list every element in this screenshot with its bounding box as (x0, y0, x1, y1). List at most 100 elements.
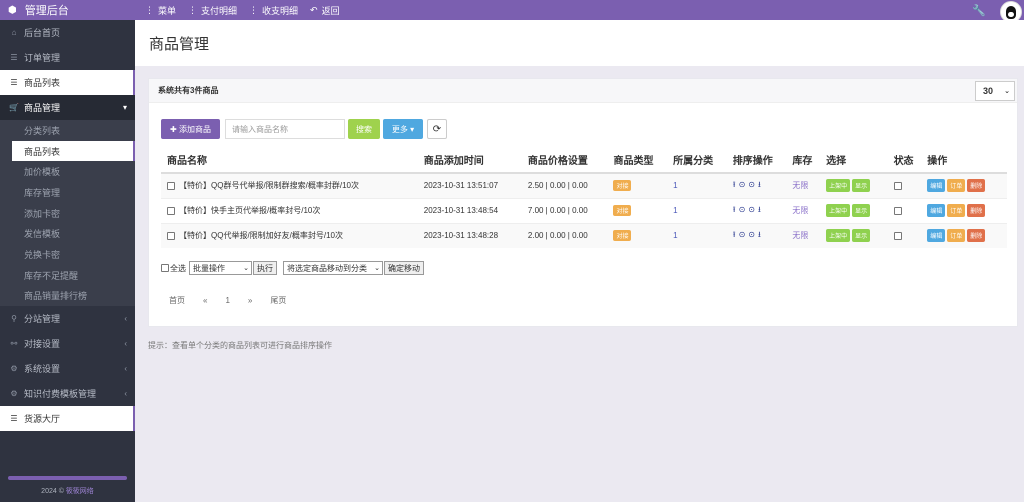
sidebar-sub-category-list[interactable]: 分类列表 (0, 120, 135, 141)
sidebar-sub-low-stock[interactable]: 库存不足提醒 (0, 265, 135, 286)
sidebar-sub-redeem-cardkey[interactable]: 兑换卡密 (0, 244, 135, 265)
sidebar-item-site-manage[interactable]: ⚲ 分站管理 ‹ (0, 306, 135, 331)
sidebar-sub-add-cardkey[interactable]: 添加卡密 (0, 203, 135, 224)
bulk-actions: 全选 批量操作 ⌄ 执行 将选定商品移动到分类 ⌄ 确定移动 (161, 261, 424, 275)
sidebar-sub-stock-manage[interactable]: 库存管理 (0, 182, 135, 203)
edit-button[interactable]: 编辑 (927, 179, 946, 193)
pager-current[interactable]: 1 (225, 296, 229, 305)
goods-stock[interactable]: 无限 (792, 231, 808, 240)
sidebar-item-label: 商品列表 (24, 78, 61, 88)
wrench-icon[interactable]: 🔧 (972, 4, 986, 17)
goods-stock[interactable]: 无限 (792, 206, 808, 215)
sidebar-item-orders[interactable]: ☰ 订单管理 (0, 45, 135, 70)
gear-icon: ⚙ (10, 389, 18, 399)
sidebar-submenu: 分类列表 商品列表 加价模板 库存管理 添加卡密 发信模板 兑换卡密 库存不足提… (0, 120, 135, 307)
goods-category-link[interactable]: 1 (673, 231, 677, 240)
sidebar-sub-sales-rank[interactable]: 商品销量排行榜 (0, 286, 135, 307)
move-bottom-icon[interactable]: ⭳ (758, 180, 761, 189)
vertical-dots-icon: ⋮ (188, 4, 198, 15)
goods-category-link[interactable]: 1 (673, 206, 677, 215)
page-size-select[interactable]: 30 ⌄ (975, 81, 1015, 101)
row-checkbox[interactable] (167, 232, 175, 241)
sort-ops: ⭱ ⊙ ⊙ ⭳ (726, 172, 787, 198)
select-all-checkbox[interactable] (161, 264, 169, 272)
row-checkbox[interactable] (167, 182, 175, 191)
brand[interactable]: ⬢ 管理后台 (0, 0, 135, 20)
orders-button[interactable]: 订单 (947, 229, 966, 243)
sidebar-item-source[interactable]: ☰ 货源大厅 (0, 406, 135, 432)
sidebar-sub-goods-list[interactable]: 商品列表 (12, 140, 135, 162)
chevron-down-icon: ⌄ (1004, 88, 1010, 95)
add-goods-button[interactable]: ✚ 添加商品 (161, 119, 220, 139)
list-icon: ☰ (10, 53, 18, 62)
search-input[interactable]: 请输入商品名称 (225, 119, 345, 139)
sidebar-item-dock[interactable]: ⚯ 对接设置 ‹ (0, 331, 135, 356)
orders-button[interactable]: 订单 (947, 179, 966, 193)
page-size-value: 30 (983, 86, 994, 96)
show-button[interactable]: 显示 (852, 229, 871, 243)
onsale-button[interactable]: 上架中 (826, 179, 851, 193)
status-checkbox[interactable] (893, 206, 902, 215)
goods-stock[interactable]: 无限 (792, 181, 808, 190)
page-title: 商品管理 (135, 20, 1024, 66)
sidebar-item-goods-list[interactable]: ☰ 商品列表 (0, 70, 135, 95)
topnav-income-detail[interactable]: ⋮ 收支明细 (249, 4, 298, 17)
move-down-icon[interactable]: ⊙ (748, 205, 755, 214)
move-top-icon[interactable]: ⭱ (733, 180, 736, 189)
move-down-icon[interactable]: ⊙ (748, 180, 755, 189)
chevron-down-icon: ⌄ (374, 265, 380, 272)
move-top-icon[interactable]: ⭱ (733, 230, 736, 239)
delete-button[interactable]: 删除 (967, 179, 986, 193)
edit-button[interactable]: 编辑 (927, 229, 946, 243)
pager-last[interactable]: 尾页 (270, 295, 286, 306)
sidebar-item-knowledge[interactable]: ⚙ 知识付费模板管理 ‹ (0, 381, 135, 406)
delete-button[interactable]: 删除 (967, 204, 986, 217)
move-up-icon[interactable]: ⊙ (739, 205, 746, 214)
execute-button[interactable]: 执行 (253, 261, 277, 275)
topnav-back[interactable]: ↶ 返回 (310, 4, 340, 17)
row-checkbox[interactable] (167, 206, 175, 215)
sidebar-item-goods-manage[interactable]: 🛒 商品管理 ▾ (0, 95, 135, 120)
select-cell: 上架中 显示 (820, 172, 888, 198)
goods-table: 商品名称 商品添加时间 商品价格设置 商品类型 所属分类 排序操作 库存 选择 … (161, 147, 1007, 248)
move-up-icon[interactable]: ⊙ (739, 180, 746, 189)
onsale-button[interactable]: 上架中 (826, 229, 851, 243)
status-checkbox[interactable] (893, 232, 902, 241)
move-bottom-icon[interactable]: ⭳ (758, 230, 761, 239)
sidebar-item-system[interactable]: ⚙ 系统设置 ‹ (0, 356, 135, 381)
batch-action-select[interactable]: 批量操作 ⌄ (189, 261, 252, 275)
move-bottom-icon[interactable]: ⭳ (758, 205, 761, 214)
table-row: 【特价】QQ代举报/限制加好友/概率封号/10次 2023-10-31 13:4… (161, 222, 1007, 248)
move-top-icon[interactable]: ⭱ (733, 205, 736, 214)
footer-year: 2024 © (41, 488, 64, 495)
onsale-button[interactable]: 上架中 (826, 204, 851, 217)
pager-prev[interactable]: « (203, 296, 207, 305)
goods-price: 7.00 | 0.00 | 0.00 (521, 197, 608, 223)
move-down-icon[interactable]: ⊙ (748, 230, 755, 239)
search-button[interactable]: 搜索 (348, 119, 380, 139)
more-button[interactable]: 更多 ▾ (383, 119, 423, 139)
delete-button[interactable]: 删除 (967, 229, 986, 243)
edit-button[interactable]: 编辑 (927, 204, 946, 217)
select-all-label: 全选 (170, 263, 186, 273)
footer-link[interactable]: 筱筱网络 (66, 488, 94, 495)
toolbar: ✚ 添加商品 请输入商品名称 搜索 更多 ▾ ⟳ (161, 119, 447, 139)
topnav-pay-detail[interactable]: ⋮ 支付明细 (188, 4, 237, 17)
confirm-move-button[interactable]: 确定移动 (384, 261, 424, 275)
goods-category-link[interactable]: 1 (673, 181, 677, 190)
refresh-button[interactable]: ⟳ (427, 119, 447, 139)
pager-next[interactable]: » (248, 296, 252, 305)
orders-button[interactable]: 订单 (947, 204, 966, 217)
topnav-menu[interactable]: ⋮ 菜单 (145, 4, 176, 17)
sidebar-sub-markup-template[interactable]: 加价模板 (0, 161, 135, 182)
show-button[interactable]: 显示 (852, 204, 871, 217)
goods-price: 2.00 | 0.00 | 0.00 (521, 222, 608, 248)
move-category-select[interactable]: 将选定商品移动到分类 ⌄ (283, 261, 383, 275)
topnav-income-detail-label: 收支明细 (262, 5, 299, 16)
pager-first[interactable]: 首页 (169, 295, 185, 306)
sidebar-sub-mail-template[interactable]: 发信模板 (0, 223, 135, 244)
move-up-icon[interactable]: ⊙ (739, 230, 746, 239)
show-button[interactable]: 显示 (852, 179, 871, 193)
status-checkbox[interactable] (893, 182, 902, 191)
sidebar-item-home[interactable]: ⌂ 后台首页 (0, 20, 135, 45)
